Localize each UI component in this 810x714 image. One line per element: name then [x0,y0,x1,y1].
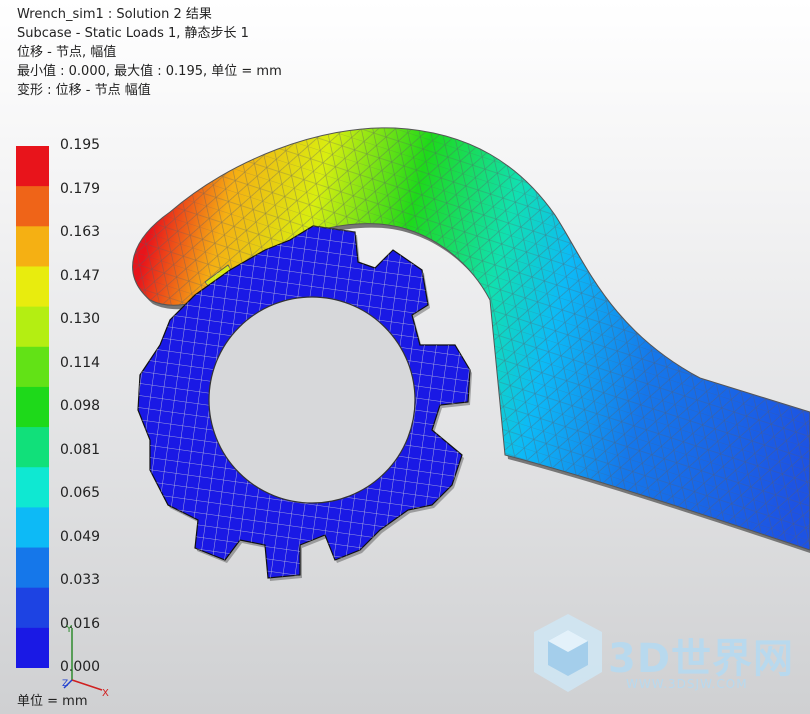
watermark-url: WWW.3DSJW.COM [626,677,748,691]
legend-tick-label: 0.065 [60,485,101,501]
legend-color-band [16,386,49,428]
legend-color-band [16,507,49,549]
legend-tick-label: 0.195 [60,137,101,153]
legend-color-band [16,587,49,629]
legend-color-band [16,547,49,589]
watermark-cube-logo [534,614,602,692]
legend-units: 单位 = mm [17,694,88,709]
nut-bore [208,296,416,504]
legend-color-band [16,186,49,227]
color-legend-bar [16,146,49,668]
triad-x-label: X [102,688,109,696]
watermark-title: 3D世界网 [608,636,795,682]
legend-color-band [16,266,49,308]
legend-color-band [16,146,49,187]
triad-y-label: Y [65,624,73,635]
legend-color-band [16,627,49,668]
legend-tick-label: 0.081 [60,441,101,458]
legend-tick-label: 0.179 [60,180,101,197]
legend-tick-label: 0.163 [60,224,101,240]
graphics-viewport[interactable]: Wrench_sim1 : Solution 2 结果 Subcase - St… [0,0,810,714]
legend-color-band [16,226,49,267]
legend-color-band [16,427,49,468]
legend-tick-label: 0.114 [60,354,101,371]
legend-color-band [16,306,49,348]
legend-tick-label: 0.033 [60,572,101,588]
legend-tick-label: 0.130 [60,311,101,327]
color-legend-labels: 0.195 0.179 0.163 0.147 0.130 0.114 0.098 0.081… [60,0,140,714]
legend-color-band [16,467,49,508]
legend-tick-label: 0.147 [60,267,101,284]
coordinate-triad-icon: Y X Z [62,624,109,696]
triad-z-label: Z [62,679,68,689]
legend-tick-label: 0.049 [60,528,101,545]
legend-color-band [16,346,49,388]
legend-tick-label: 0.098 [60,398,101,414]
